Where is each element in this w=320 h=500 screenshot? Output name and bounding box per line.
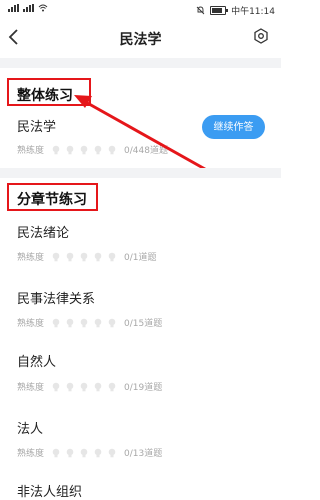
progress-count: 0/1道题 [124, 253, 157, 263]
proficiency-label: 熟练度 [17, 319, 45, 329]
chapter-item-name[interactable]: 非法人组织 [17, 481, 82, 500]
proficiency-bulbs [52, 382, 116, 392]
lightbulb-icon [66, 448, 74, 457]
lightbulb-icon [52, 318, 60, 327]
lightbulb-icon [94, 318, 102, 327]
lightbulb-icon [108, 382, 116, 391]
lightbulb-icon [94, 382, 102, 391]
progress-count: 0/15道题 [124, 319, 163, 329]
lightbulb-icon [66, 252, 74, 261]
chapter-item-progress: 熟练度 0/1道题 [17, 250, 157, 263]
progress-count: 0/19道题 [124, 383, 163, 393]
lightbulb-icon [52, 252, 60, 261]
proficiency-label: 熟练度 [17, 253, 45, 263]
annotation-box-chapters [7, 183, 98, 211]
lightbulb-icon [94, 448, 102, 457]
lightbulb-icon [66, 318, 74, 327]
proficiency-bulbs [52, 252, 116, 262]
lightbulb-icon [108, 252, 116, 261]
chapter-item-name[interactable]: 法人 [17, 418, 43, 437]
lightbulb-icon [108, 448, 116, 457]
chapter-item-progress: 熟练度 0/13道题 [17, 446, 162, 459]
chapter-item-progress: 熟练度 0/15道题 [17, 316, 162, 329]
chapter-item-name[interactable]: 民法绪论 [17, 222, 69, 241]
lightbulb-icon [66, 382, 74, 391]
lightbulb-icon [108, 318, 116, 327]
proficiency-bulbs [52, 448, 116, 458]
proficiency-label: 熟练度 [17, 383, 45, 393]
lightbulb-icon [94, 252, 102, 261]
proficiency-label: 熟练度 [17, 449, 45, 459]
chapter-item-progress: 熟练度 0/19道题 [17, 380, 162, 393]
section-divider [0, 168, 281, 178]
lightbulb-icon [80, 448, 88, 457]
chapter-item-name[interactable]: 自然人 [17, 351, 56, 370]
lightbulb-icon [80, 382, 88, 391]
proficiency-bulbs [52, 318, 116, 328]
progress-count: 0/13道题 [124, 449, 163, 459]
chapter-item-name[interactable]: 民事法律关系 [17, 288, 95, 307]
lightbulb-icon [52, 382, 60, 391]
lightbulb-icon [80, 318, 88, 327]
lightbulb-icon [52, 448, 60, 457]
lightbulb-icon [80, 252, 88, 261]
